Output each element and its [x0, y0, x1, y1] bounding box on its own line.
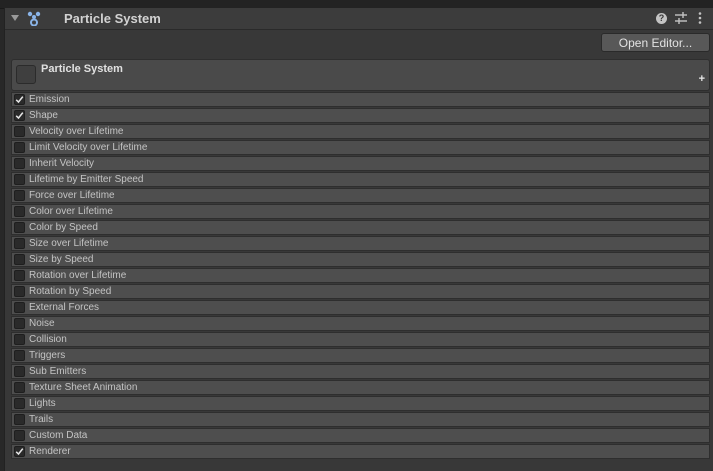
module-checkbox[interactable]: [14, 142, 25, 153]
module-label: Limit Velocity over Lifetime: [29, 142, 148, 153]
module-row[interactable]: Rotation over Lifetime: [11, 268, 710, 283]
module-checkbox[interactable]: [14, 446, 25, 457]
module-label: Color by Speed: [29, 222, 98, 233]
module-label: Sub Emitters: [29, 366, 87, 377]
module-row[interactable]: Size by Speed: [11, 252, 710, 267]
preset-icon[interactable]: [675, 12, 687, 24]
module-checkbox[interactable]: [14, 94, 25, 105]
module-row[interactable]: Trails: [11, 412, 710, 427]
main-module-label: Particle System: [41, 63, 123, 75]
module-label: Rotation over Lifetime: [29, 270, 127, 281]
module-row[interactable]: Limit Velocity over Lifetime: [11, 140, 710, 155]
module-label: Velocity over Lifetime: [29, 126, 124, 137]
module-checkbox[interactable]: [14, 222, 25, 233]
module-label: Renderer: [29, 446, 71, 457]
module-label: Force over Lifetime: [29, 190, 115, 201]
module-label: Collision: [29, 334, 67, 345]
module-row[interactable]: Shape: [11, 108, 710, 123]
module-checkbox[interactable]: [14, 414, 25, 425]
module-checkbox[interactable]: [14, 398, 25, 409]
module-checkbox[interactable]: [14, 110, 25, 121]
module-label: Lights: [29, 398, 56, 409]
module-checkbox[interactable]: [14, 430, 25, 441]
module-label: Size over Lifetime: [29, 238, 109, 249]
module-checkbox[interactable]: [14, 206, 25, 217]
module-label: Emission: [29, 94, 70, 105]
module-checkbox[interactable]: [14, 382, 25, 393]
particle-system-icon: [27, 11, 41, 26]
module-checkbox[interactable]: [14, 190, 25, 201]
module-row[interactable]: Inherit Velocity: [11, 156, 710, 171]
module-checkbox[interactable]: [14, 158, 25, 169]
module-row[interactable]: Sub Emitters: [11, 364, 710, 379]
module-label: Texture Sheet Animation: [29, 382, 138, 393]
module-checkbox[interactable]: [14, 270, 25, 281]
module-row[interactable]: Color by Speed: [11, 220, 710, 235]
module-label: Color over Lifetime: [29, 206, 113, 217]
module-row[interactable]: Custom Data: [11, 428, 710, 443]
module-label: Size by Speed: [29, 254, 94, 265]
main-module-toggle[interactable]: [16, 65, 36, 84]
module-row[interactable]: Size over Lifetime: [11, 236, 710, 251]
fold-arrow-icon[interactable]: [11, 15, 19, 21]
module-row[interactable]: Collision: [11, 332, 710, 347]
module-label: Triggers: [29, 350, 66, 361]
module-row[interactable]: Texture Sheet Animation: [11, 380, 710, 395]
checkmark-icon: [15, 448, 24, 456]
module-row[interactable]: Rotation by Speed: [11, 284, 710, 299]
kebab-menu-icon[interactable]: [698, 12, 702, 24]
module-list: Emission Shape Velocity over Lifetime Limit…: [11, 92, 710, 460]
module-checkbox[interactable]: [14, 238, 25, 249]
component-title: Particle System: [64, 11, 161, 26]
module-row[interactable]: Noise: [11, 316, 710, 331]
module-label: Trails: [29, 414, 54, 425]
module-row[interactable]: Renderer: [11, 444, 710, 459]
module-checkbox[interactable]: [14, 334, 25, 345]
module-row[interactable]: External Forces: [11, 300, 710, 315]
module-row[interactable]: Lights: [11, 396, 710, 411]
module-checkbox[interactable]: [14, 302, 25, 313]
module-checkbox[interactable]: [14, 126, 25, 137]
module-label: Noise: [29, 318, 55, 329]
module-checkbox[interactable]: [14, 318, 25, 329]
module-label: Inherit Velocity: [29, 158, 95, 169]
module-row[interactable]: Velocity over Lifetime: [11, 124, 710, 139]
module-label: External Forces: [29, 302, 100, 313]
module-checkbox[interactable]: [14, 254, 25, 265]
checkmark-icon: [15, 96, 24, 104]
module-label: Rotation by Speed: [29, 286, 112, 297]
checkmark-icon: [15, 112, 24, 120]
module-checkbox[interactable]: [14, 174, 25, 185]
help-icon[interactable]: ?: [656, 13, 667, 24]
open-editor-button[interactable]: Open Editor...: [601, 33, 710, 52]
module-checkbox[interactable]: [14, 350, 25, 361]
module-checkbox[interactable]: [14, 286, 25, 297]
add-module-icon[interactable]: +: [699, 74, 705, 85]
module-row[interactable]: Triggers: [11, 348, 710, 363]
module-checkbox[interactable]: [14, 366, 25, 377]
main-module-header[interactable]: Particle System +: [11, 59, 710, 91]
module-row[interactable]: Force over Lifetime: [11, 188, 710, 203]
module-label: Custom Data: [29, 430, 88, 441]
module-label: Shape: [29, 110, 58, 121]
component-header[interactable]: Particle System ?: [5, 8, 713, 30]
module-row[interactable]: Color over Lifetime: [11, 204, 710, 219]
module-row[interactable]: Lifetime by Emitter Speed: [11, 172, 710, 187]
module-label: Lifetime by Emitter Speed: [29, 174, 144, 185]
module-row[interactable]: Emission: [11, 92, 710, 107]
particle-system-inspector: Particle System ? Open Editor... Particl…: [4, 8, 713, 471]
